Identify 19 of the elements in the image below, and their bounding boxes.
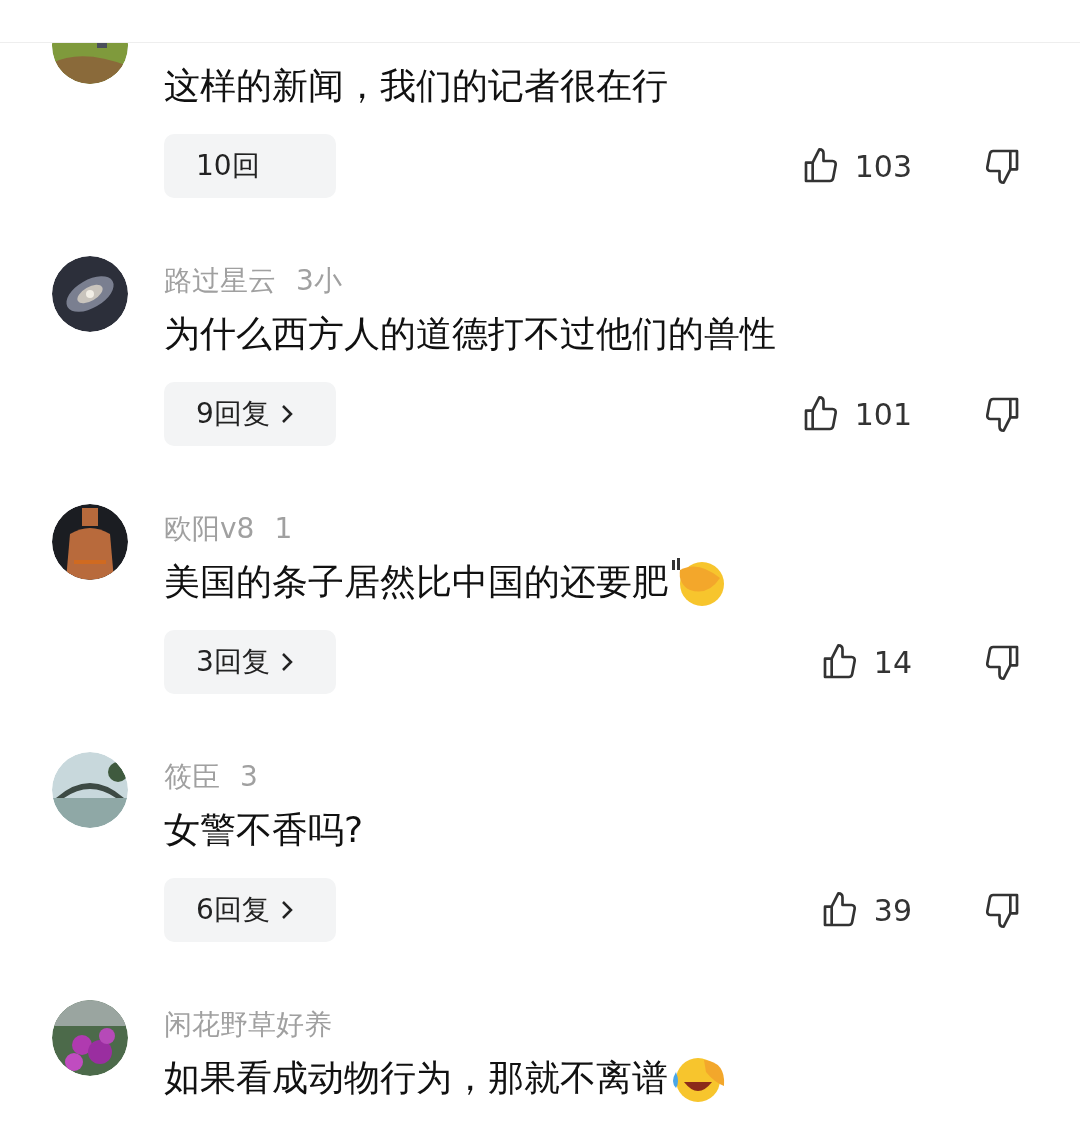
- replies-button[interactable]: 9回复: [164, 382, 336, 446]
- like-count: 14: [873, 643, 912, 682]
- chevron-right-icon: [279, 899, 294, 921]
- comment-time: 3小: [296, 263, 342, 299]
- comment-text: 如果看成动物行为，那就不离谱: [164, 1056, 668, 1100]
- comment-text: 女警不香吗?: [164, 808, 364, 852]
- replies-button[interactable]: 10回: [164, 134, 336, 198]
- chevron-right-icon: [279, 403, 294, 425]
- comment-text: 美国的条子居然比中国的还要肥: [164, 560, 668, 604]
- comment-text: 这样的新闻，我们的记者很在行: [164, 64, 668, 108]
- comment-time: 3: [240, 759, 258, 795]
- replies-button[interactable]: 3回复: [164, 630, 336, 694]
- comment-time: 1: [274, 511, 293, 547]
- replies-button[interactable]: 6回复: [164, 878, 336, 942]
- like-count: 103: [854, 147, 912, 186]
- comment-text: 为什么西方人的道德打不过他们的兽性: [164, 312, 776, 356]
- like-count: 101: [854, 395, 912, 434]
- like-count: 39: [873, 891, 912, 930]
- chevron-right-icon: [279, 651, 294, 673]
